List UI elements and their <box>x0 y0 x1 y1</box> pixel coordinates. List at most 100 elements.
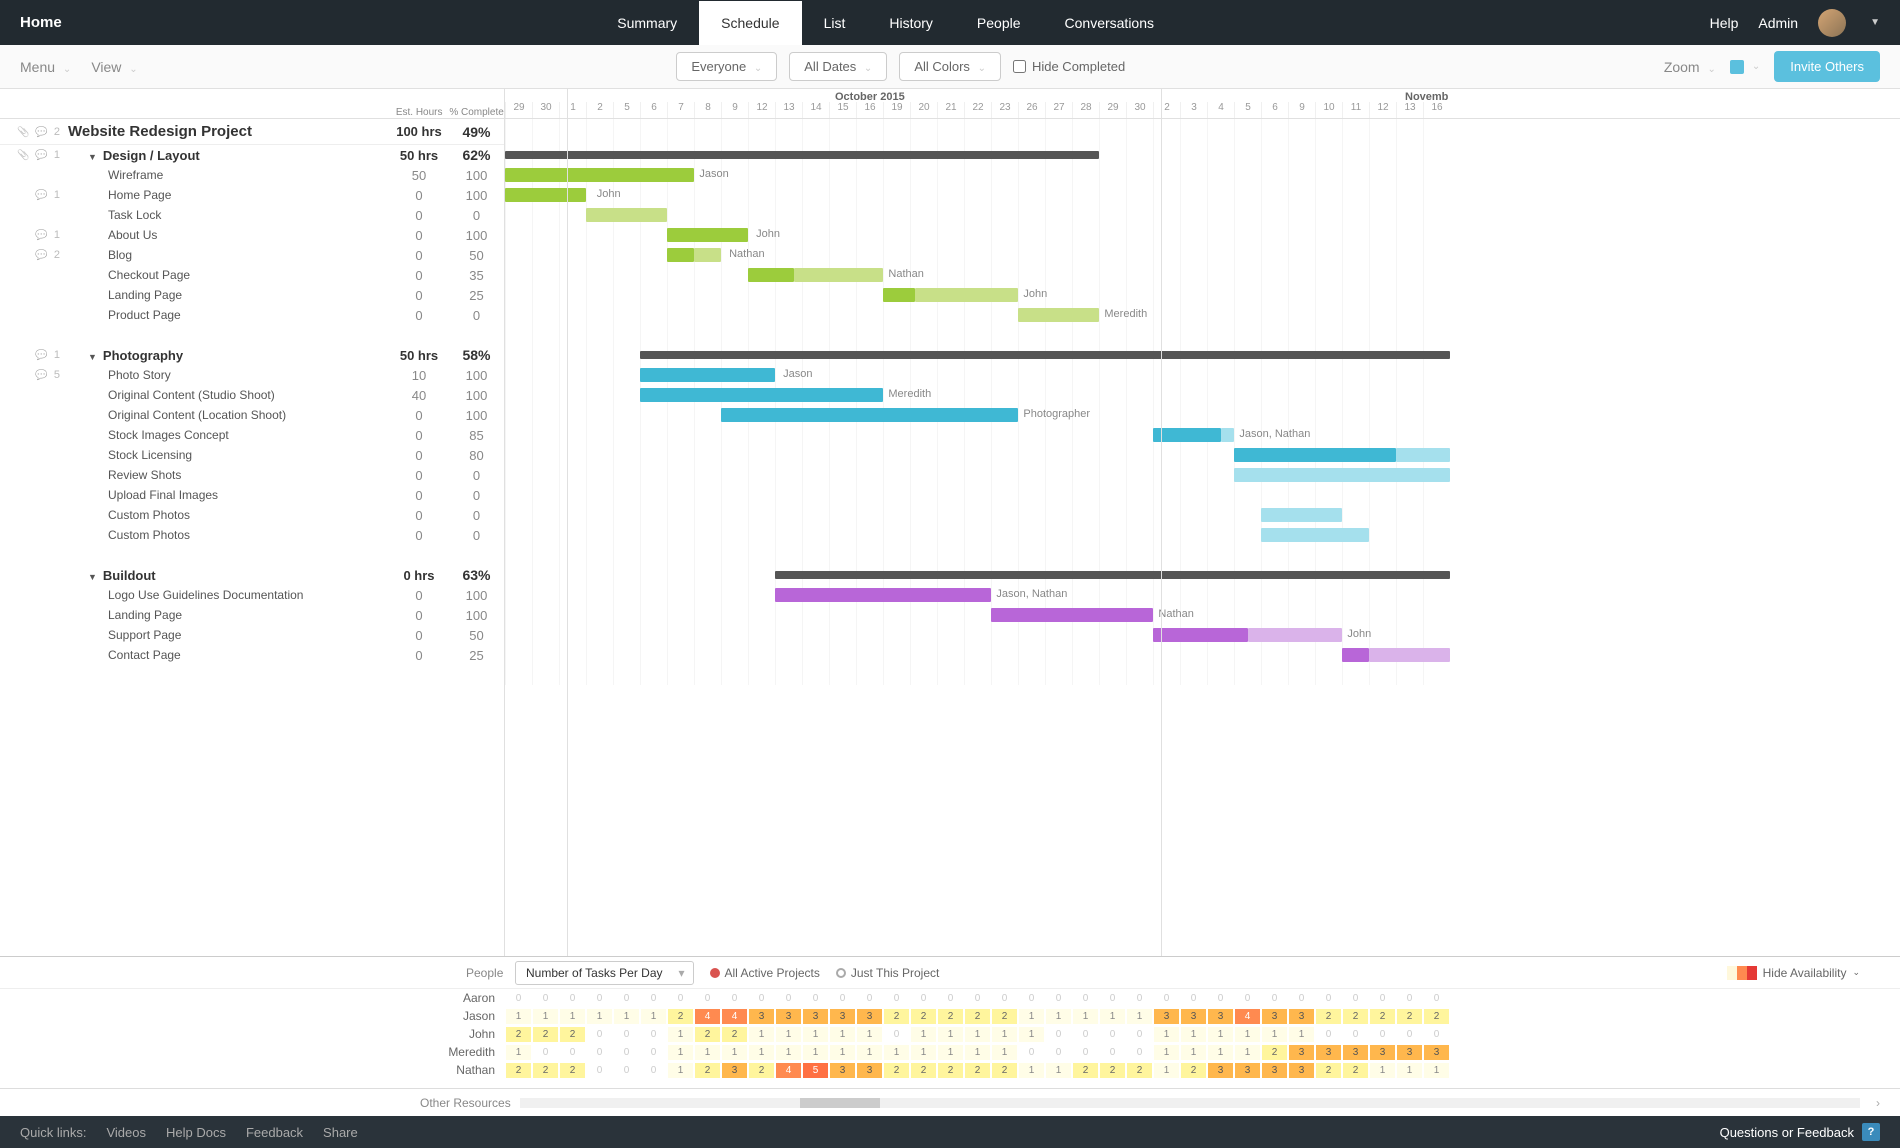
group-row[interactable]: ▼Design / Layout <box>68 148 389 163</box>
all-projects-radio[interactable]: All Active Projects <box>710 966 820 980</box>
tab-list[interactable]: List <box>802 1 868 45</box>
gantt-bar[interactable] <box>883 288 915 302</box>
workload-cell: 1 <box>910 1026 937 1043</box>
gantt-bar[interactable] <box>1234 468 1450 482</box>
comment-icon[interactable] <box>35 229 47 241</box>
feedback-button[interactable]: Questions or Feedback ? <box>1720 1123 1880 1141</box>
invite-others-button[interactable]: Invite Others <box>1774 51 1880 82</box>
dates-filter[interactable]: All Dates ⌄ <box>789 52 887 81</box>
user-avatar[interactable] <box>1818 9 1846 37</box>
gantt-chart[interactable]: October 2015 Novemb 29301256789121314151… <box>505 89 1900 956</box>
comment-icon[interactable] <box>35 349 47 361</box>
footer-link-share[interactable]: Share <box>323 1125 358 1140</box>
gantt-bar[interactable] <box>775 588 991 602</box>
task-name[interactable]: Wireframe <box>68 168 389 182</box>
tab-summary[interactable]: Summary <box>595 1 699 45</box>
workload-cell: 0 <box>829 990 856 1007</box>
task-name[interactable]: Support Page <box>68 628 389 642</box>
comment-icon[interactable] <box>35 369 47 381</box>
task-name[interactable]: Task Lock <box>68 208 389 222</box>
comment-icon[interactable] <box>35 126 47 138</box>
task-name[interactable]: Product Page <box>68 308 389 322</box>
gantt-bar[interactable] <box>1261 508 1342 522</box>
day-cell: 13 <box>1396 102 1423 118</box>
admin-link[interactable]: Admin <box>1758 15 1798 31</box>
attachment-icon[interactable] <box>17 126 29 138</box>
task-name[interactable]: Custom Photos <box>68 508 389 522</box>
task-name[interactable]: Checkout Page <box>68 268 389 282</box>
gantt-bar[interactable] <box>915 288 1018 302</box>
tab-schedule[interactable]: Schedule <box>699 1 801 45</box>
gantt-bar[interactable] <box>1153 628 1248 642</box>
group-row[interactable]: ▼Photography <box>68 348 389 363</box>
gantt-bar[interactable] <box>1221 428 1235 442</box>
task-name[interactable]: Landing Page <box>68 288 389 302</box>
task-name[interactable]: Home Page <box>68 188 389 202</box>
gantt-bar[interactable] <box>505 188 586 202</box>
everyone-filter[interactable]: Everyone ⌄ <box>676 52 777 81</box>
tab-people[interactable]: People <box>955 1 1043 45</box>
other-resources-row[interactable]: Other Resources ‹ › <box>0 1088 1900 1116</box>
gantt-bar[interactable] <box>1261 528 1369 542</box>
attachment-icon[interactable] <box>17 149 29 161</box>
task-name[interactable]: Original Content (Location Shoot) <box>68 408 389 422</box>
task-name[interactable]: Upload Final Images <box>68 488 389 502</box>
gantt-bar[interactable] <box>1396 448 1450 462</box>
gantt-bar[interactable] <box>1234 448 1396 462</box>
gantt-bar[interactable] <box>1342 648 1369 662</box>
color-picker[interactable]: ⌄ <box>1730 60 1760 74</box>
gantt-bar[interactable] <box>505 168 694 182</box>
gantt-bar[interactable] <box>667 248 694 262</box>
summary-bar[interactable] <box>505 151 1099 159</box>
task-name[interactable]: Contact Page <box>68 648 389 662</box>
this-project-radio[interactable]: Just This Project <box>836 966 939 980</box>
home-link[interactable]: Home <box>20 14 62 31</box>
colors-filter[interactable]: All Colors ⌄ <box>899 52 1001 81</box>
comment-icon[interactable] <box>35 189 47 201</box>
gantt-bar[interactable] <box>1153 428 1221 442</box>
gantt-bar[interactable] <box>794 268 883 282</box>
footer-link-help-docs[interactable]: Help Docs <box>166 1125 226 1140</box>
gantt-bar[interactable] <box>1018 308 1099 322</box>
comment-icon[interactable] <box>35 249 47 261</box>
task-name[interactable]: Landing Page <box>68 608 389 622</box>
chevron-down-icon[interactable]: ▼ <box>1870 17 1880 28</box>
task-name[interactable]: Blog <box>68 248 389 262</box>
task-name[interactable]: Stock Images Concept <box>68 428 389 442</box>
task-name[interactable]: Stock Licensing <box>68 448 389 462</box>
summary-bar[interactable] <box>640 351 1450 359</box>
gantt-bar[interactable] <box>640 368 775 382</box>
group-row[interactable]: ▼Buildout <box>68 568 389 583</box>
task-name[interactable]: Custom Photos <box>68 528 389 542</box>
gantt-bar[interactable] <box>748 268 794 282</box>
comment-icon[interactable] <box>35 149 47 161</box>
tab-history[interactable]: History <box>867 1 955 45</box>
task-name[interactable]: Original Content (Studio Shoot) <box>68 388 389 402</box>
project-title[interactable]: Website Redesign Project <box>68 123 389 140</box>
task-name[interactable]: Review Shots <box>68 468 389 482</box>
gantt-bar[interactable] <box>1248 628 1343 642</box>
summary-bar[interactable] <box>775 571 1450 579</box>
hide-availability-toggle[interactable]: Hide Availability ⌄ <box>1727 966 1860 980</box>
task-name[interactable]: Photo Story <box>68 368 389 382</box>
menu-dropdown[interactable]: Menu ⌄ <box>20 59 71 75</box>
gantt-bar[interactable] <box>586 208 667 222</box>
tab-conversations[interactable]: Conversations <box>1043 1 1177 45</box>
task-name[interactable]: About Us <box>68 228 389 242</box>
gantt-bar[interactable] <box>667 228 748 242</box>
gantt-bar[interactable] <box>721 408 1018 422</box>
view-dropdown[interactable]: View ⌄ <box>91 59 137 75</box>
gantt-bar[interactable] <box>991 608 1153 622</box>
workload-cell: 1 <box>1180 1044 1207 1061</box>
hide-completed-checkbox[interactable]: Hide Completed <box>1013 59 1125 74</box>
gantt-bar[interactable] <box>1369 648 1450 662</box>
tasks-per-day-dropdown[interactable]: Number of Tasks Per Day ▾ <box>515 961 694 985</box>
footer-link-feedback[interactable]: Feedback <box>246 1125 303 1140</box>
gantt-bar[interactable] <box>640 388 883 402</box>
help-link[interactable]: Help <box>1710 15 1739 31</box>
gantt-bar[interactable] <box>694 248 721 262</box>
footer-link-videos[interactable]: Videos <box>106 1125 146 1140</box>
horizontal-scrollbar[interactable] <box>800 1098 880 1108</box>
task-name[interactable]: Logo Use Guidelines Documentation <box>68 588 389 602</box>
zoom-dropdown[interactable]: Zoom ⌄ <box>1664 59 1716 75</box>
